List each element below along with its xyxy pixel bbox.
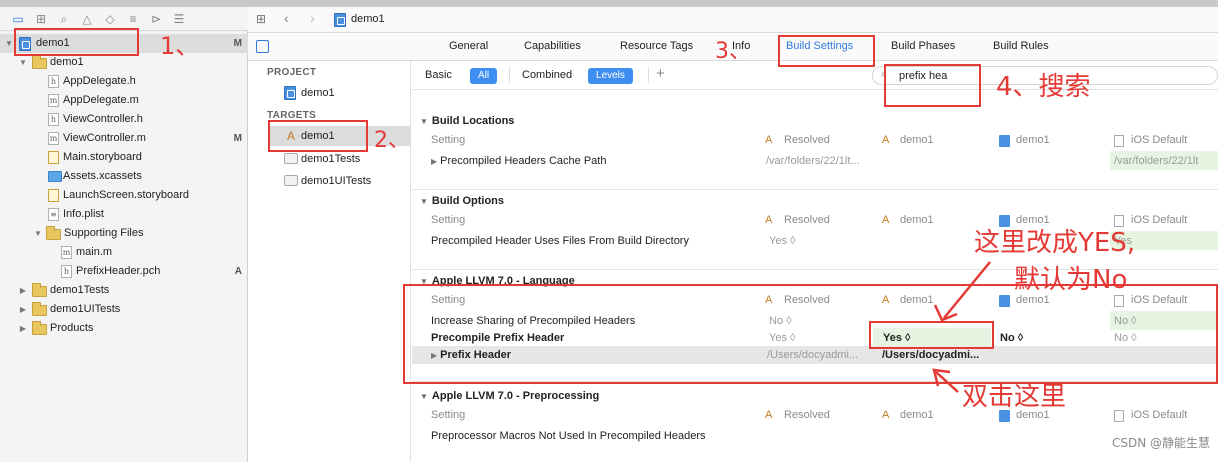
arrow-to-prefix-header <box>935 371 959 393</box>
watermark: CSDN @静能生慧 <box>1111 436 1210 450</box>
arrow-to-precompile <box>943 261 991 319</box>
annotation-arrows <box>932 261 991 393</box>
